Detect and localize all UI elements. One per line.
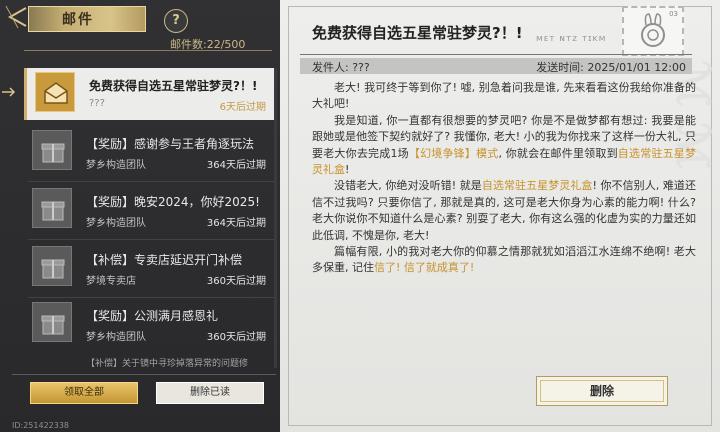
mail-sender: 梦乡构造团队 (86, 160, 146, 171)
mail-body: 老大! 我可终于等到你了! 嘘, 别急着问我是谁, 先来看看这份我给你准备的大礼… (312, 80, 696, 277)
help-icon[interactable]: ? (164, 9, 188, 33)
mail-list-item[interactable]: 【补偿】关于镜中寻珍掉落异常的问题修 (24, 356, 274, 370)
body-paragraph: 篇幅有限, 小的我对老大你的仰慕之情那就犹如滔滔江水连绵不绝啊! 老大多保重, … (312, 245, 696, 275)
body-paragraph: 我是知道, 你一直都有很想要的梦灵吧? 你是不是做梦都有想过: 我要是能跟她或是… (312, 113, 697, 177)
mail-sender: 梦乡构造团队 (86, 332, 146, 343)
mail-sender: ??? (89, 98, 105, 109)
mail-detail-panel: ℳ ℳ 免费获得自选五星常驻梦灵?！! ᴍᴇᴛ ɴᴛᴢ ᴛɪᴋᴍ 03 发件人:… (280, 0, 720, 432)
gift-box-icon (32, 246, 72, 286)
postage-stamp: 03 (622, 6, 684, 56)
mail-sender: 梦乡构造团队 (86, 218, 146, 229)
mail-subject: 【补偿】关于镜中寻珍掉落异常的问题修 (86, 359, 249, 369)
divider (300, 54, 692, 55)
mail-meta-bar: 发件人: ??? 发送时间: 2025/01/01 12:00 (300, 58, 692, 74)
mail-subject: 【奖励】公测满月感恩礼 (86, 309, 219, 323)
mail-expiry: 6天后过期 (219, 102, 266, 113)
delete-button[interactable]: 删除 (536, 376, 668, 406)
selection-pointer-icon (0, 86, 20, 98)
highlight-slogan: 信了! 信了就成真了! (374, 261, 475, 275)
divider (12, 374, 276, 375)
divider (24, 50, 272, 51)
divider (28, 181, 274, 182)
sent-time: 发送时间: 2025/01/01 12:00 (536, 61, 686, 74)
mail-subject: 【补偿】专卖店延迟开门补偿 (86, 253, 243, 267)
mail-list-item[interactable]: 【奖励】公测满月感恩礼 梦乡构造团队 360天后过期 (24, 298, 274, 350)
mail-sender: 梦境专卖店 (86, 276, 136, 287)
back-arrow-icon (5, 5, 27, 29)
stamp-number: 03 (669, 10, 678, 18)
highlight-reward: 自选常驻五星梦灵礼盒 (481, 179, 593, 193)
mail-expiry: 364天后过期 (206, 160, 266, 171)
mail-detail-title: 免费获得自选五星常驻梦灵?！! (312, 24, 523, 42)
mail-subject: 免费获得自选五星常驻梦灵?！! (89, 79, 258, 93)
highlight-mode: 【幻境争锋】模式 (408, 146, 499, 160)
user-id: ID:251422338 (12, 421, 70, 430)
gift-box-icon (32, 130, 72, 170)
decorative-subtitle: ᴍᴇᴛ ɴᴛᴢ ᴛɪᴋᴍ (536, 34, 607, 44)
mail-expiry: 360天后过期 (206, 276, 266, 287)
gift-box-icon (32, 302, 72, 342)
mail-expiry: 364天后过期 (206, 218, 266, 229)
scrollbar[interactable] (274, 68, 277, 368)
mail-subject: 【奖励】晚安2024，你好2025! (86, 195, 260, 209)
open-envelope-icon (35, 72, 75, 112)
claim-all-button[interactable]: 领取全部 (30, 382, 138, 404)
page-title: 邮件 (62, 12, 94, 28)
back-button[interactable] (4, 4, 30, 30)
divider (28, 239, 274, 240)
delete-read-button[interactable]: 删除已读 (156, 382, 264, 404)
mail-expiry: 360天后过期 (206, 332, 266, 343)
mail-subject: 【奖励】感谢参与王者角逐玩法 (86, 137, 255, 151)
mail-list-item[interactable]: 【奖励】晚安2024，你好2025! 梦乡构造团队 364天后过期 (24, 184, 274, 240)
sender-label: 发件人: ??? (312, 61, 370, 74)
mail-list-item[interactable]: 【奖励】感谢参与王者角逐玩法 梦乡构造团队 364天后过期 (24, 126, 274, 182)
mail-list-item[interactable]: 免费获得自选五星常驻梦灵?！! ??? 6天后过期 (24, 68, 274, 120)
body-paragraph: 老大! 我可终于等到你了! 嘘, 别急着问我是谁, 先来看看这份我给你准备的大礼… (312, 81, 696, 111)
gift-box-icon (32, 188, 72, 228)
mail-list-panel: 邮件 ? 邮件数:22/500 免费获得自选五星常驻梦灵?！! ??? 6天后过… (0, 0, 280, 432)
mail-list-item[interactable]: 【补偿】专卖店延迟开门补偿 梦境专卖店 360天后过期 (24, 242, 274, 298)
body-paragraph: 没错老大, 你绝对没听错! 就是自选常驻五星梦灵礼盒! 你不信别人, 难道还信不… (312, 179, 696, 242)
